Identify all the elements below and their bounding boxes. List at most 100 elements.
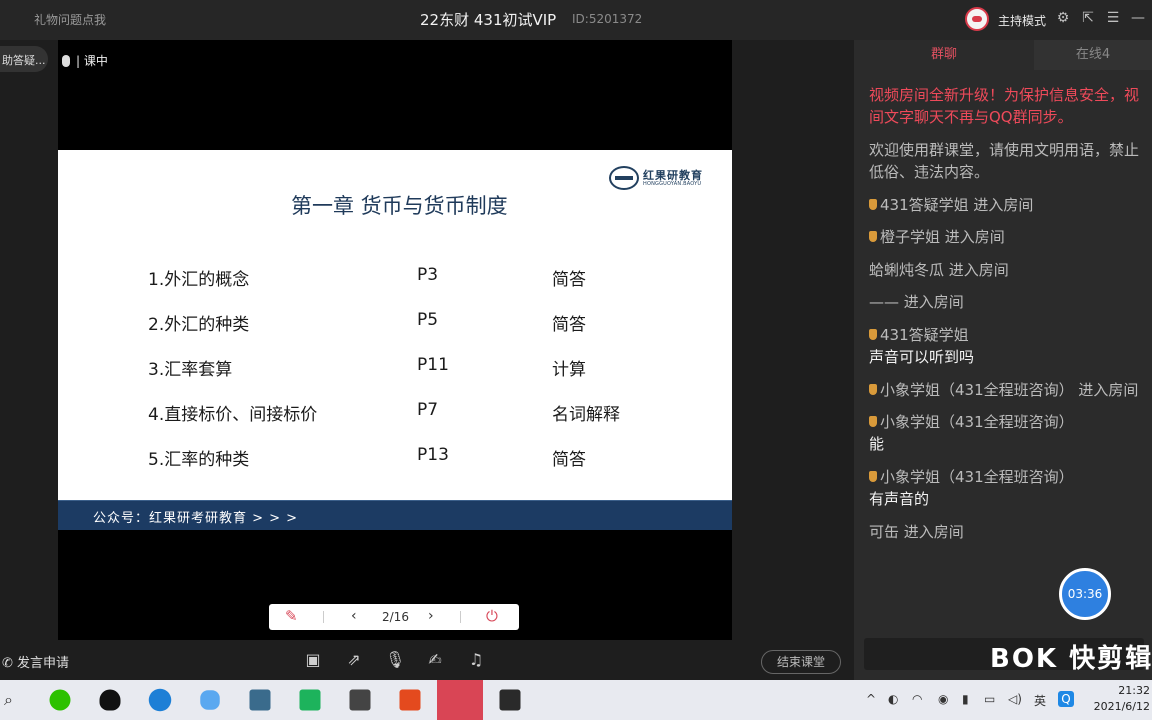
slide-pager: ✎ ‹ 2/16 › ⏻ bbox=[269, 604, 519, 630]
screen-recorder-icon[interactable] bbox=[499, 689, 521, 711]
python-app-icon[interactable] bbox=[249, 689, 271, 711]
system-clock[interactable]: 21:32 2021/6/12 bbox=[1090, 683, 1150, 715]
role-badge-icon bbox=[869, 384, 877, 395]
slide-title: 第一章 货币与货币制度 bbox=[291, 194, 508, 218]
volume-icon[interactable]: ◁) bbox=[1008, 692, 1022, 706]
presentation-slide: 红果研教育 HONGGUOYAN.BAOYU 第一章 货币与货币制度 1.外汇的… bbox=[58, 150, 732, 530]
chevron-up-icon[interactable]: ^ bbox=[866, 692, 876, 706]
qq-tray-icon[interactable]: ◐ bbox=[888, 692, 898, 706]
power-icon[interactable]: ⏻ bbox=[486, 607, 498, 625]
external-link-icon[interactable]: ⇱ bbox=[1079, 9, 1097, 27]
pycharm-icon[interactable] bbox=[299, 689, 321, 711]
chat-message: 431答疑学姐 进入房间 bbox=[869, 194, 1033, 215]
chat-message-sender: 小象学姐（431全程班咨询） bbox=[869, 411, 1074, 432]
microphone-icon[interactable]: 🎙 bbox=[385, 651, 405, 669]
edge-browser-icon[interactable] bbox=[148, 688, 172, 712]
speak-request-button[interactable]: ✆ 发言申请 bbox=[2, 652, 69, 671]
microphone-tray-icon[interactable]: ▮ bbox=[962, 692, 969, 706]
room-title: 22东财 431初试VIP bbox=[420, 11, 557, 29]
editor-watermark: BOK 快剪辑 bbox=[990, 644, 1152, 674]
pen-icon[interactable]: ✎ bbox=[285, 607, 298, 625]
app-window: 礼物问题点我 22东财 431初试VIP ID:5201372 主持模式 ⚙ ⇱… bbox=[0, 0, 1152, 720]
clock-date: 2021/6/12 bbox=[1093, 700, 1150, 713]
gift-help-link[interactable]: 礼物问题点我 bbox=[34, 11, 106, 28]
page-ref: P5 bbox=[417, 310, 439, 330]
tab-online[interactable]: 在线4 bbox=[1034, 40, 1152, 70]
bottom-toolbar: ✆ 发言申请 ▣ ⇗ 🎙 ✍ ♫ 结束课堂 bbox=[0, 640, 854, 680]
question-type: 名词解释 bbox=[552, 405, 620, 425]
chat-sender-name: 小象学姐（431全程班咨询） bbox=[880, 413, 1074, 431]
system-notice-line: 视频房间全新升级！为保护信息安全，视 bbox=[869, 86, 1140, 104]
slide-footer-text: 公众号：红果研考研教育 > > > bbox=[93, 511, 299, 526]
share-screen-icon[interactable]: ⇗ bbox=[344, 651, 364, 669]
chat-tabs: 群聊 在线4 bbox=[854, 40, 1152, 70]
chat-message: —— 进入房间 bbox=[869, 293, 964, 311]
speak-request-label: 发言申请 bbox=[17, 656, 70, 671]
music-icon[interactable]: ♫ bbox=[466, 651, 486, 669]
slide-row: 4.直接标价、间接标价 P7 名词解释 bbox=[58, 400, 732, 430]
role-badge-icon bbox=[869, 416, 877, 427]
battery-icon[interactable]: ▭ bbox=[984, 692, 995, 706]
chat-message-text: 431答疑学姐 进入房间 bbox=[880, 196, 1034, 214]
chat-message: 可缶 进入房间 bbox=[869, 523, 964, 541]
slide-row: 1.外汇的概念 P3 简答 bbox=[58, 265, 732, 295]
divider bbox=[323, 611, 324, 623]
office-icon[interactable] bbox=[399, 689, 421, 711]
left-strip bbox=[0, 40, 58, 640]
chat-message-sender: 431答疑学姐 bbox=[869, 324, 969, 345]
question-type: 简答 bbox=[552, 450, 586, 470]
topic: 3.汇率套算 bbox=[148, 360, 233, 380]
slide-row: 2.外汇的种类 P5 简答 bbox=[58, 310, 732, 340]
user-avatar[interactable] bbox=[965, 7, 989, 31]
question-type: 简答 bbox=[552, 315, 586, 335]
title-bar: 礼物问题点我 22东财 431初试VIP ID:5201372 主持模式 ⚙ ⇱… bbox=[0, 0, 1152, 40]
clock-time: 21:32 bbox=[1118, 684, 1150, 697]
role-badge-icon bbox=[869, 329, 877, 340]
topic: 1.外汇的概念 bbox=[148, 270, 250, 290]
class-status: | 课中 bbox=[62, 52, 108, 69]
minimize-icon[interactable]: — bbox=[1129, 9, 1147, 27]
menu-icon[interactable]: ☰ bbox=[1104, 9, 1122, 27]
input-method-icon[interactable]: 英 bbox=[1034, 692, 1046, 709]
page-ref: P13 bbox=[417, 445, 449, 465]
welcome-line: 欢迎使用群课堂，请使用文明用语，禁止 bbox=[869, 141, 1140, 159]
chat-message: 小象学姐（431全程班咨询） 进入房间 bbox=[869, 379, 1138, 400]
end-class-button[interactable]: 结束课堂 bbox=[761, 650, 841, 674]
tab-group-chat[interactable]: 群聊 bbox=[854, 40, 1034, 70]
settings-icon[interactable]: ⚙ bbox=[1054, 9, 1072, 27]
camera-off-icon[interactable]: ▣ bbox=[303, 651, 323, 669]
page-ref: P7 bbox=[417, 400, 439, 420]
notification-icon[interactable]: Q bbox=[1058, 691, 1074, 707]
classroom-app-icon[interactable] bbox=[437, 680, 483, 720]
wechat-icon[interactable] bbox=[49, 689, 71, 711]
class-timer[interactable]: 03:36 bbox=[1059, 568, 1111, 620]
page-indicator: 2/16 bbox=[382, 610, 409, 624]
chat-message-body: 有声音的 bbox=[869, 490, 930, 508]
topic: 2.外汇的种类 bbox=[148, 315, 250, 335]
host-mode-label[interactable]: 主持模式 bbox=[998, 12, 1046, 29]
welcome-line: 低俗、违法内容。 bbox=[869, 163, 990, 181]
sync-icon[interactable]: ◉ bbox=[938, 692, 948, 706]
brand-logo: 红果研教育 HONGGUOYAN.BAOYU bbox=[609, 164, 709, 192]
previous-page-button[interactable]: ‹ bbox=[351, 608, 357, 624]
topic: 5.汇率的种类 bbox=[148, 450, 250, 470]
chat-message: 蛤蜊炖冬瓜 进入房间 bbox=[869, 261, 1009, 279]
role-badge-icon bbox=[869, 231, 877, 242]
page-ref: P3 bbox=[417, 265, 439, 285]
qa-assistant-pill[interactable]: 助答疑... bbox=[0, 46, 48, 72]
search-icon[interactable]: ⌕ bbox=[4, 690, 13, 710]
os-taskbar: ⌕ ^ ◐ ◠ ◉ ▮ ▭ ◁) 英 Q 21:32 2021/6/12 bbox=[0, 680, 1152, 720]
slide-row: 5.汇率的种类 P13 简答 bbox=[58, 445, 732, 475]
logo-text-en: HONGGUOYAN.BAOYU bbox=[643, 181, 702, 187]
chat-sender-name: 小象学姐（431全程班咨询） bbox=[880, 468, 1074, 486]
network-icon[interactable]: ◠ bbox=[912, 692, 922, 706]
qq-icon[interactable] bbox=[99, 689, 121, 711]
calculator-icon[interactable] bbox=[349, 689, 371, 711]
chat-sender-name: 431答疑学姐 bbox=[880, 326, 969, 344]
role-badge-icon bbox=[869, 199, 877, 210]
role-badge-icon bbox=[869, 471, 877, 482]
question-type: 简答 bbox=[552, 270, 586, 290]
whiteboard-icon[interactable]: ✍ bbox=[425, 651, 445, 669]
divider bbox=[460, 611, 461, 623]
app-hub-icon[interactable] bbox=[200, 690, 220, 710]
